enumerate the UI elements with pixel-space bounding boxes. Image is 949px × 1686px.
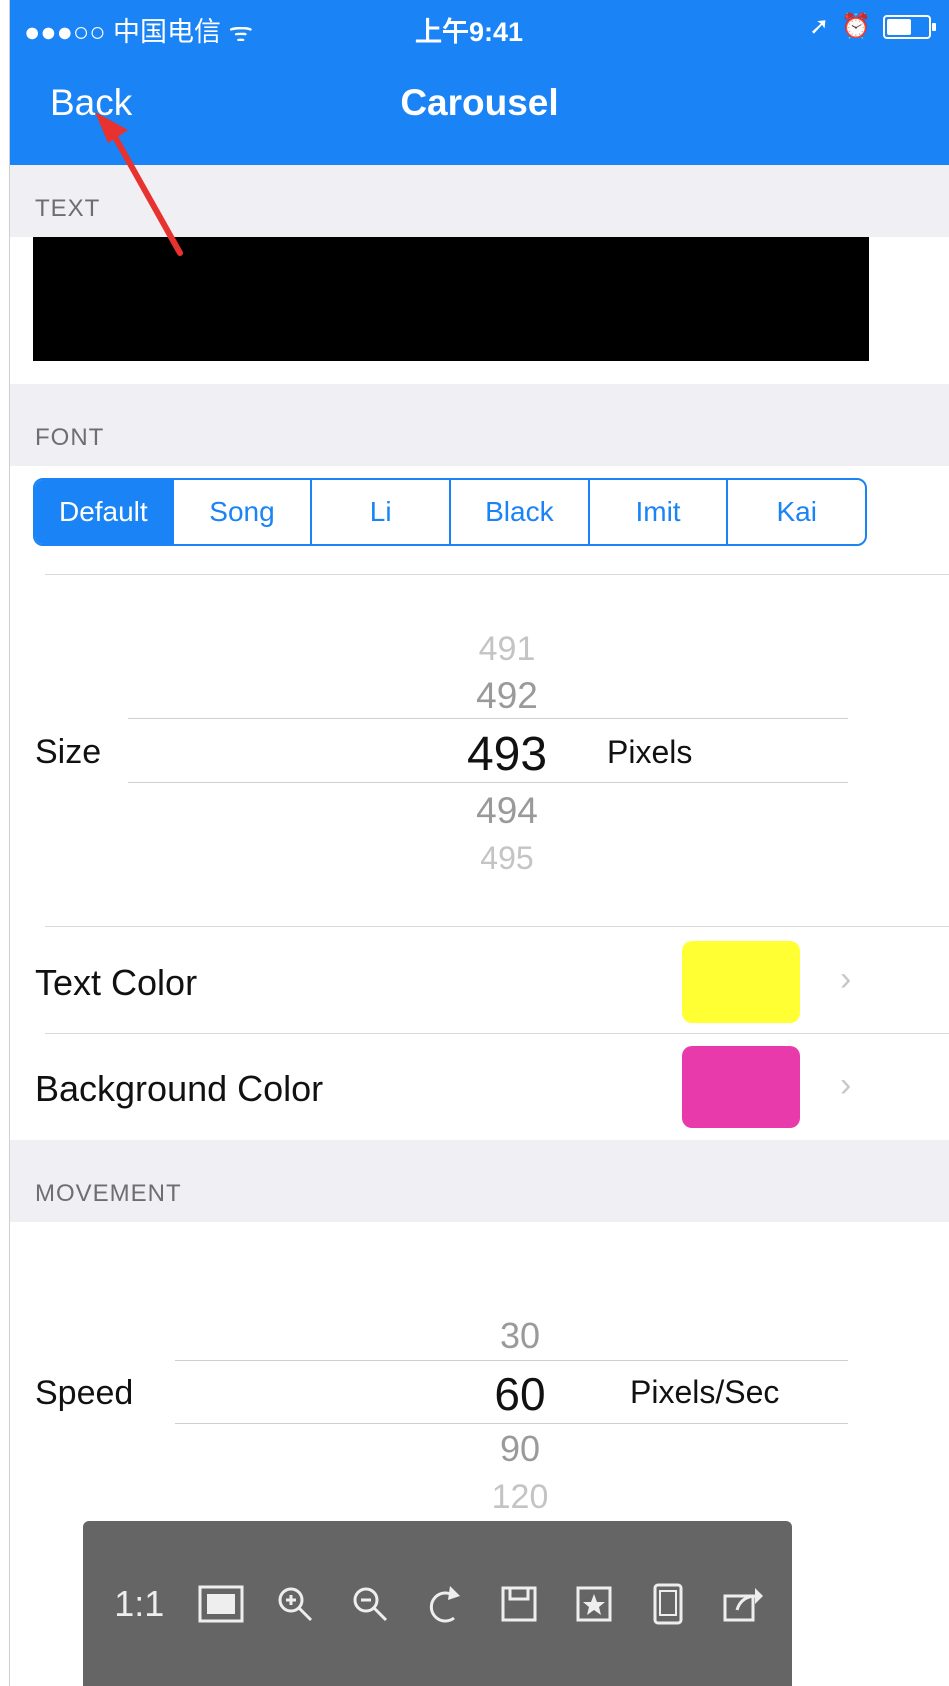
section-header-font: FONT: [10, 384, 949, 466]
background-color-swatch[interactable]: [682, 1046, 800, 1128]
navigation-bar: ●●●○○ 中国电信 ᯤ 上午9:41 ➚ ⏰ Back Carousel: [10, 0, 949, 165]
picker-selection-top: [128, 718, 848, 719]
font-option-kai[interactable]: Kai: [728, 480, 865, 544]
phone-screen: ●●●○○ 中国电信 ᯤ 上午9:41 ➚ ⏰ Back Carousel TE…: [10, 0, 949, 1686]
carrier-label: ●●●○○ 中国电信 ᯤ: [24, 17, 254, 47]
phone-view-icon[interactable]: [640, 1576, 696, 1632]
picker-selection-bottom: [175, 1423, 848, 1424]
actual-size-button[interactable]: 1:1: [104, 1576, 174, 1632]
font-option-imit[interactable]: Imit: [590, 480, 729, 544]
chevron-right-icon: ›: [840, 960, 852, 998]
background-color-label: Background Color: [35, 1068, 324, 1109]
size-label: Size: [35, 733, 102, 771]
picker-selection-bottom: [128, 782, 848, 783]
section-header-movement: MOVEMENT: [10, 1140, 949, 1222]
picker-selection-top: [175, 1360, 848, 1361]
zoom-in-icon[interactable]: [267, 1576, 323, 1632]
location-icon: ➚: [809, 13, 830, 40]
divider: [45, 926, 949, 927]
size-unit: Pixels: [607, 734, 693, 770]
favorite-icon[interactable]: [566, 1576, 622, 1632]
section-title-text: TEXT: [35, 195, 101, 222]
speed-option-selected[interactable]: 60: [450, 1367, 590, 1421]
font-option-li[interactable]: Li: [312, 480, 452, 544]
divider: [45, 574, 949, 575]
section-title-font: FONT: [35, 424, 105, 451]
font-option-default[interactable]: Default: [35, 480, 174, 544]
size-option[interactable]: 491: [437, 630, 577, 669]
size-option[interactable]: 494: [437, 790, 577, 832]
window-edge: [0, 0, 10, 1686]
share-icon[interactable]: [715, 1576, 771, 1632]
status-time: 上午9:41: [415, 17, 524, 47]
status-bar: ●●●○○ 中国电信 ᯤ 上午9:41 ➚ ⏰: [10, 0, 949, 62]
size-option[interactable]: 495: [437, 840, 577, 877]
speed-unit: Pixels/Sec: [630, 1374, 780, 1410]
size-option[interactable]: 492: [437, 675, 577, 717]
section-title-movement: MOVEMENT: [35, 1180, 182, 1207]
divider: [45, 1033, 949, 1034]
viewer-toolbar: 1:1: [83, 1521, 792, 1686]
page-title: Carousel: [400, 82, 559, 123]
font-option-black[interactable]: Black: [451, 480, 590, 544]
text-input-area[interactable]: [33, 237, 869, 361]
status-icons: ➚ ⏰: [809, 12, 936, 41]
font-segmented-control: Default Song Li Black Imit Kai: [33, 478, 867, 546]
chevron-right-icon: ›: [840, 1066, 852, 1104]
zoom-out-icon[interactable]: [342, 1576, 398, 1632]
fit-screen-icon[interactable]: [193, 1576, 249, 1632]
battery-icon: [883, 14, 936, 39]
section-header-text: TEXT: [10, 165, 949, 237]
speed-label: Speed: [35, 1374, 134, 1412]
speed-option[interactable]: 90: [450, 1428, 590, 1470]
text-color-label: Text Color: [35, 962, 198, 1003]
rotate-icon[interactable]: [416, 1576, 472, 1632]
speed-option[interactable]: 120: [450, 1478, 590, 1517]
save-icon[interactable]: [491, 1576, 547, 1632]
speed-option[interactable]: 30: [450, 1315, 590, 1357]
text-color-swatch[interactable]: [682, 941, 800, 1023]
alarm-icon: ⏰: [841, 13, 871, 40]
size-option-selected[interactable]: 493: [437, 727, 577, 782]
font-option-song[interactable]: Song: [174, 480, 313, 544]
